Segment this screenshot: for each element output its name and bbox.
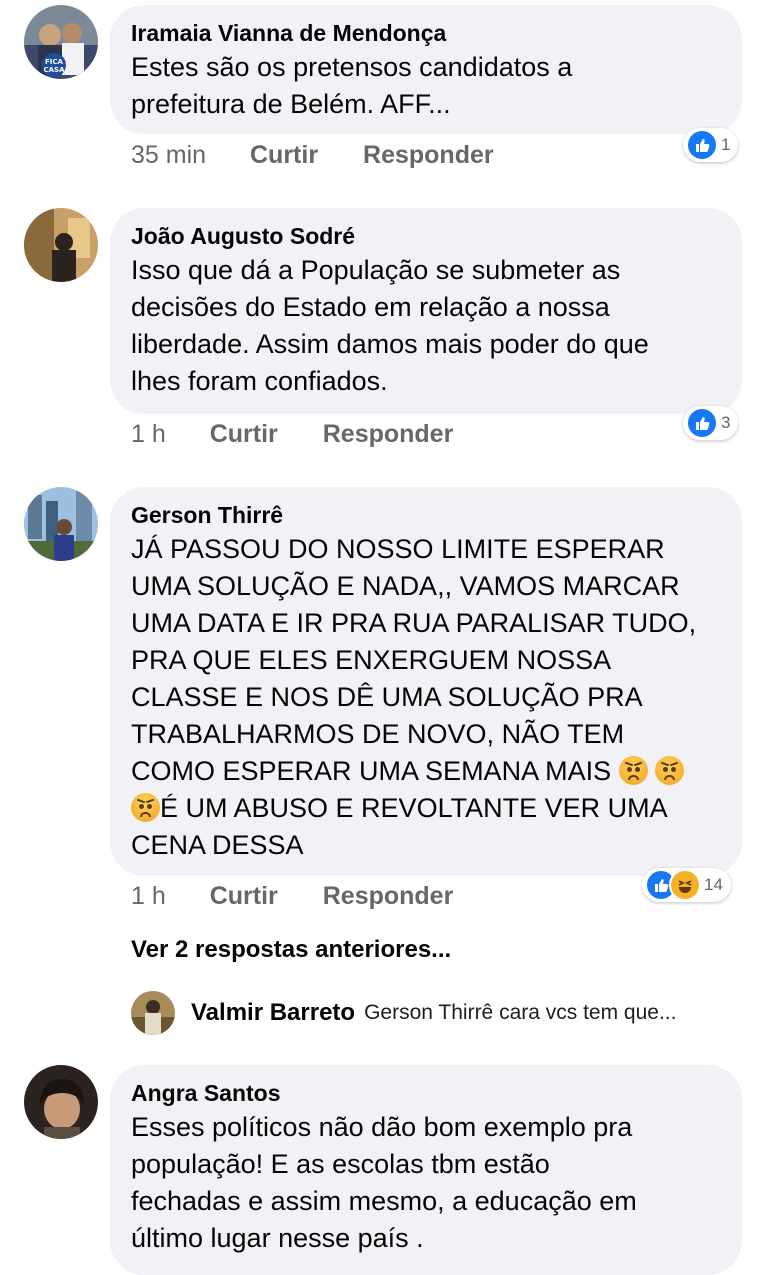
comment-text-line: JÁ PASSOU DO NOSSO LIMITE ESPERAR [131,534,665,564]
comment-author[interactable]: Angra Santos [131,1077,722,1109]
comment-actions: 1 h Curtir Responder [131,418,453,450]
comment-bubble: Angra Santos Esses políticos não dão bom… [110,1065,742,1275]
comment-bubble: Gerson Thirrê JÁ PASSOU DO NOSSO LIMITE … [110,487,742,876]
comment-text-line: UMA DATA E IR PRA RUA PARALISAR TUDO, [131,608,697,638]
reaction-count: 3 [721,413,731,432]
comment-actions: 35 min Curtir Responder [131,139,494,171]
comment-text-line: É UM ABUSO E REVOLTANTE VER UMA [160,793,668,823]
like-icon [686,129,718,161]
like-button[interactable]: Curtir [210,880,278,912]
svg-text:FICA: FICA [45,58,64,66]
reply-author[interactable]: Valmir Barreto [191,999,355,1027]
comment-text-line: CENA DESSA [131,830,304,860]
comment-time[interactable]: 1 h [131,880,166,912]
reply-text: Gerson Thirrê cara vcs tem que... [364,1001,677,1024]
reply-button[interactable]: Responder [363,139,494,171]
comment-text-line: TRABALHARMOS DE NOVO, NÃO TEM [131,719,625,749]
comment-text-line-with-emoji: É UM ABUSO E REVOLTANTE VER UMA [131,790,722,827]
angry-emoji-icon [655,756,685,785]
like-button[interactable]: Curtir [210,418,278,450]
comment-bubble: João Augusto Sodré Isso que dá a Populaç… [110,208,742,414]
comment-text-line: CLASSE E NOS DÊ UMA SOLUÇÃO PRA [131,682,643,712]
svg-text:CASA: CASA [43,66,65,74]
reaction-count: 14 [704,875,723,894]
avatar[interactable] [24,1065,98,1139]
reply-button[interactable]: Responder [323,418,454,450]
comment-bubble: Iramaia Vianna de Mendonça Estes são os … [110,5,742,134]
like-icon [686,407,718,439]
comment-time[interactable]: 35 min [131,139,206,171]
angry-emoji-icon [131,793,160,822]
reply-preview[interactable]: Valmir Barreto Gerson Thirrê cara vcs te… [131,990,676,1036]
haha-icon [669,869,701,901]
comment-author[interactable]: Iramaia Vianna de Mendonça [131,17,722,49]
comment-text-line: UMA SOLUÇÃO E NADA,, VAMOS MARCAR [131,571,680,601]
comment-text: JÁ PASSOU DO NOSSO LIMITE ESPERAR UMA SO… [131,531,722,864]
avatar[interactable] [131,991,175,1035]
comment-text: Esses políticos não dão bom exemplo pra … [131,1112,637,1253]
avatar[interactable] [24,208,98,282]
reply-button[interactable]: Responder [323,880,454,912]
angry-emoji-icon [618,756,648,785]
comment-time[interactable]: 1 h [131,418,166,450]
comment-text-line: PRA QUE ELES ENXERGUEM NOSSA [131,645,612,675]
comment-author[interactable]: Gerson Thirrê [131,499,722,531]
reaction-summary[interactable]: 3 [683,406,739,440]
comment-text: Estes são os pretensos candidatos a pref… [131,52,573,119]
reaction-summary[interactable]: 1 [683,128,739,162]
reaction-summary[interactable]: 14 [642,868,731,902]
view-previous-replies-link[interactable]: Ver 2 respostas anteriores... [131,936,451,964]
comment-author[interactable]: João Augusto Sodré [131,220,722,252]
avatar[interactable]: FICA CASA [24,5,98,79]
comment-text-line-with-emoji: COMO ESPERAR UMA SEMANA MAIS [131,753,722,790]
like-button[interactable]: Curtir [250,139,318,171]
reaction-count: 1 [721,135,731,154]
comment-actions: 1 h Curtir Responder [131,880,453,912]
comment-text: Isso que dá a População se submeter as d… [131,255,649,396]
comment-text-line: COMO ESPERAR UMA SEMANA MAIS [131,756,612,786]
avatar[interactable] [24,487,98,561]
